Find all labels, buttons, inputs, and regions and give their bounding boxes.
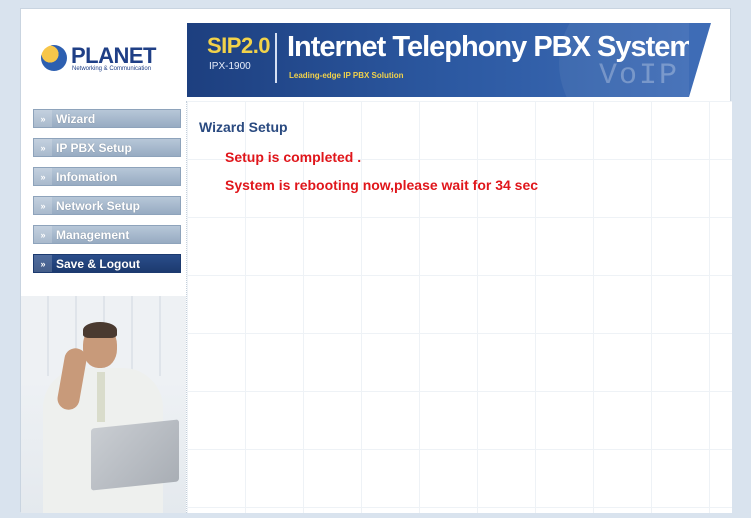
- model-number: IPX-1900: [209, 61, 251, 72]
- app-window: PLANET Networking & Communication SIP2.0…: [20, 8, 732, 513]
- sidebar-item-label: Management: [56, 227, 130, 242]
- banner-subtitle: Leading-edge IP PBX Solution: [289, 71, 404, 80]
- arrow-icon: »: [34, 139, 52, 156]
- planet-globe-icon: [41, 45, 67, 71]
- photo-laptop: [91, 419, 179, 491]
- logo-tagline: Networking & Communication: [72, 66, 152, 72]
- sidebar-item-wizard[interactable]: » Wizard: [33, 109, 181, 128]
- main-content: Wizard Setup Setup is completed . System…: [187, 101, 732, 513]
- page-title: Wizard Setup: [199, 119, 288, 135]
- banner-corner: [689, 23, 711, 97]
- planet-logo[interactable]: PLANET Networking & Communication: [41, 43, 169, 73]
- sip-version: SIP2.0: [207, 33, 271, 58]
- photo-person-tie: [97, 372, 105, 422]
- banner-divider: [275, 33, 277, 83]
- sidebar-item-label: Save & Logout: [56, 256, 141, 271]
- sidebar: » Wizard » IP PBX Setup » Infomation » N…: [21, 101, 187, 513]
- arrow-icon: »: [34, 110, 52, 127]
- arrow-icon: »: [34, 226, 52, 243]
- sidebar-item-label: Wizard: [56, 111, 96, 126]
- sidebar-item-label: Infomation: [56, 169, 118, 184]
- photo-person-hair: [83, 322, 117, 338]
- logo-area: PLANET Networking & Communication: [21, 9, 187, 101]
- voip-watermark: VoIP: [598, 59, 679, 93]
- sidebar-nav: » Wizard » IP PBX Setup » Infomation » N…: [33, 109, 181, 283]
- sidebar-item-ip-pbx-setup[interactable]: » IP PBX Setup: [33, 138, 181, 157]
- header-banner: SIP2.0 IPX-1900 Internet Telephony PBX S…: [187, 23, 689, 97]
- sidebar-item-save-logout[interactable]: » Save & Logout: [33, 254, 181, 273]
- sidebar-item-label: Network Setup: [56, 198, 141, 213]
- arrow-icon: »: [34, 168, 52, 185]
- banner-title: Internet Telephony PBX System: [287, 31, 689, 63]
- arrow-icon: »: [34, 197, 52, 214]
- arrow-icon: »: [34, 255, 52, 272]
- sidebar-item-label: IP PBX Setup: [56, 140, 132, 155]
- page-frame: PLANET Networking & Communication SIP2.0…: [0, 0, 751, 518]
- setup-complete-message: Setup is completed .: [225, 149, 362, 165]
- reboot-message: System is rebooting now,please wait for …: [225, 177, 539, 193]
- sidebar-item-management[interactable]: » Management: [33, 225, 181, 244]
- sidebar-item-information[interactable]: » Infomation: [33, 167, 181, 186]
- sidebar-item-network-setup[interactable]: » Network Setup: [33, 196, 181, 215]
- sidebar-photo: [21, 296, 186, 513]
